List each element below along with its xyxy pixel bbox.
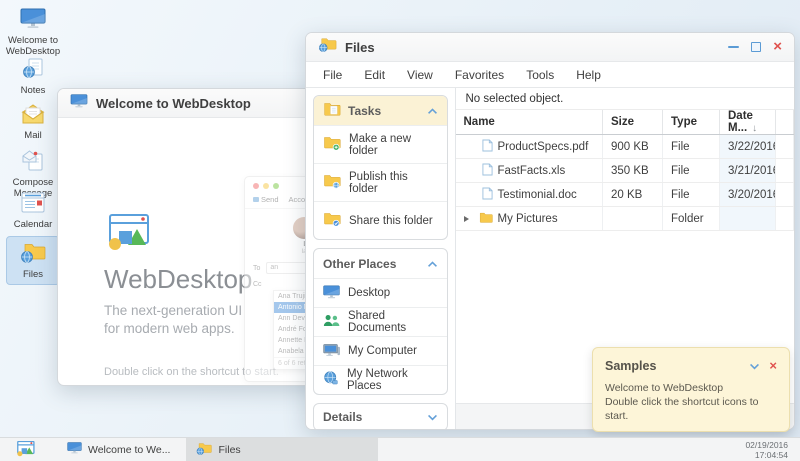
column-header-spacer (776, 110, 794, 135)
desktop: Welcome to WebDesktop Notes Mail Compose… (0, 0, 800, 461)
taskbar-button-welcome[interactable]: Welcome to We... (57, 438, 180, 461)
welcome-window-title: Welcome to WebDesktop (96, 96, 251, 111)
file-table: Name Size Type Date M...↓ ProductSpecs.p… (456, 110, 795, 231)
document-icon (482, 187, 493, 203)
column-header-name[interactable]: Name (456, 110, 603, 135)
chevron-up-icon[interactable] (427, 257, 438, 271)
selection-status: No selected object. (456, 88, 795, 110)
desktop-shortcut-notes[interactable]: Notes (4, 58, 62, 96)
shortcut-label: Files (23, 269, 43, 280)
details-header[interactable]: Details (314, 404, 447, 430)
green-dot-icon (273, 183, 279, 189)
welcome-heading: WebDesktop (104, 264, 252, 295)
close-icon[interactable]: × (773, 42, 782, 52)
chevron-down-icon[interactable] (749, 357, 760, 375)
monitor-icon (70, 94, 88, 113)
place-my-network[interactable]: My Network Places (314, 365, 447, 394)
chevron-down-icon[interactable] (427, 410, 438, 424)
document-icon (482, 139, 493, 155)
task-publish-folder[interactable]: Publish this folder (314, 163, 447, 201)
mail-icon (4, 104, 62, 127)
welcome-subtitle: The next-generation UI for modern web ap… (104, 302, 242, 338)
taskbar: Welcome to We... Files 02/19/2016 17:04:… (0, 437, 800, 461)
place-desktop[interactable]: Desktop (314, 278, 447, 307)
yellow-dot-icon (263, 183, 269, 189)
send-button: Send (253, 195, 279, 204)
files-window-title: Files (345, 40, 375, 55)
notification-body: Welcome to WebDesktop Double click the s… (605, 381, 777, 423)
calendar-icon (4, 192, 62, 216)
shortcut-label: Notes (21, 85, 46, 96)
tasks-group-header[interactable]: Tasks (314, 96, 447, 125)
taskbar-clock: 02/19/2016 17:04:54 (745, 440, 788, 460)
column-header-date[interactable]: Date M...↓ (720, 110, 776, 135)
taskbar-date: 02/19/2016 (745, 440, 788, 450)
sort-descending-icon: ↓ (752, 123, 757, 134)
folder-icon (479, 212, 493, 226)
document-icon (482, 163, 493, 179)
menu-edit[interactable]: Edit (353, 68, 396, 82)
menu-view[interactable]: View (396, 68, 444, 82)
menu-help[interactable]: Help (565, 68, 612, 82)
taskbar-time: 17:04:54 (745, 450, 788, 460)
other-places-header[interactable]: Other Places (314, 249, 447, 278)
minimize-icon[interactable] (728, 46, 739, 48)
menu-tools[interactable]: Tools (515, 68, 565, 82)
to-label: To (253, 265, 260, 272)
publish-folder-icon (323, 174, 341, 192)
monitor-icon (4, 8, 62, 32)
files-menubar: File Edit View Favorites Tools Help (306, 62, 794, 88)
monitor-icon (323, 285, 340, 302)
notes-icon (4, 58, 62, 82)
table-row[interactable]: My Pictures Folder (456, 207, 794, 231)
files-folder-icon (318, 37, 337, 57)
files-folder-icon (196, 442, 212, 458)
place-shared-documents[interactable]: Shared Documents (314, 307, 447, 336)
table-row[interactable]: FastFacts.xls 350 KB File 3/21/2016 ... (456, 159, 794, 183)
samples-notification: Samples × Welcome to WebDesktop Double c… (592, 347, 790, 432)
column-header-type[interactable]: Type (663, 110, 720, 135)
close-icon[interactable]: × (769, 361, 777, 371)
details-group: Details (313, 403, 448, 430)
shortcut-label: Calendar (14, 219, 53, 230)
people-icon (323, 314, 340, 330)
task-share-folder[interactable]: Share this folder (314, 201, 447, 239)
webdesktop-logo-icon (104, 214, 150, 259)
notification-title: Samples (605, 359, 656, 373)
menu-favorites[interactable]: Favorites (444, 68, 515, 82)
files-window-titlebar[interactable]: Files × (306, 33, 794, 62)
new-folder-icon (323, 136, 341, 154)
cc-label: Cc (253, 281, 262, 288)
files-folder-icon (7, 242, 59, 266)
files-sidebar: Tasks Make a new folder (306, 88, 456, 429)
shortcut-label: Welcome to WebDesktop (6, 35, 60, 57)
desktop-shortcut-welcome[interactable]: Welcome to WebDesktop (4, 8, 62, 57)
desktop-shortcut-calendar[interactable]: Calendar (4, 192, 62, 230)
share-folder-icon (323, 212, 341, 230)
place-my-computer[interactable]: My Computer (314, 336, 447, 365)
table-row[interactable]: ProductSpecs.pdf 900 KB File 3/22/2016 .… (456, 135, 794, 159)
column-header-size[interactable]: Size (603, 110, 663, 135)
desktop-shortcut-mail[interactable]: Mail (4, 104, 62, 141)
send-icon (253, 197, 259, 202)
computer-icon (323, 343, 340, 360)
maximize-icon[interactable] (751, 42, 761, 52)
tasks-group: Tasks Make a new folder (313, 95, 448, 240)
desktop-shortcut-files[interactable]: Files (6, 236, 60, 285)
globe-icon (323, 371, 339, 389)
other-places-group: Other Places Desktop (313, 248, 448, 395)
compose-icon (4, 150, 62, 174)
table-row[interactable]: Testimonial.doc 20 KB File 3/20/2016 ... (456, 183, 794, 207)
task-make-new-folder[interactable]: Make a new folder (314, 125, 447, 163)
webdesktop-logo-icon[interactable] (15, 441, 35, 458)
red-dot-icon (253, 183, 259, 189)
shortcut-label: Mail (24, 130, 41, 141)
menu-file[interactable]: File (312, 68, 353, 82)
monitor-icon (67, 442, 82, 457)
taskbar-button-files[interactable]: Files (186, 438, 378, 461)
chevron-up-icon[interactable] (427, 104, 438, 118)
expand-arrow-icon[interactable] (464, 216, 472, 222)
tasks-folder-icon (323, 102, 341, 119)
